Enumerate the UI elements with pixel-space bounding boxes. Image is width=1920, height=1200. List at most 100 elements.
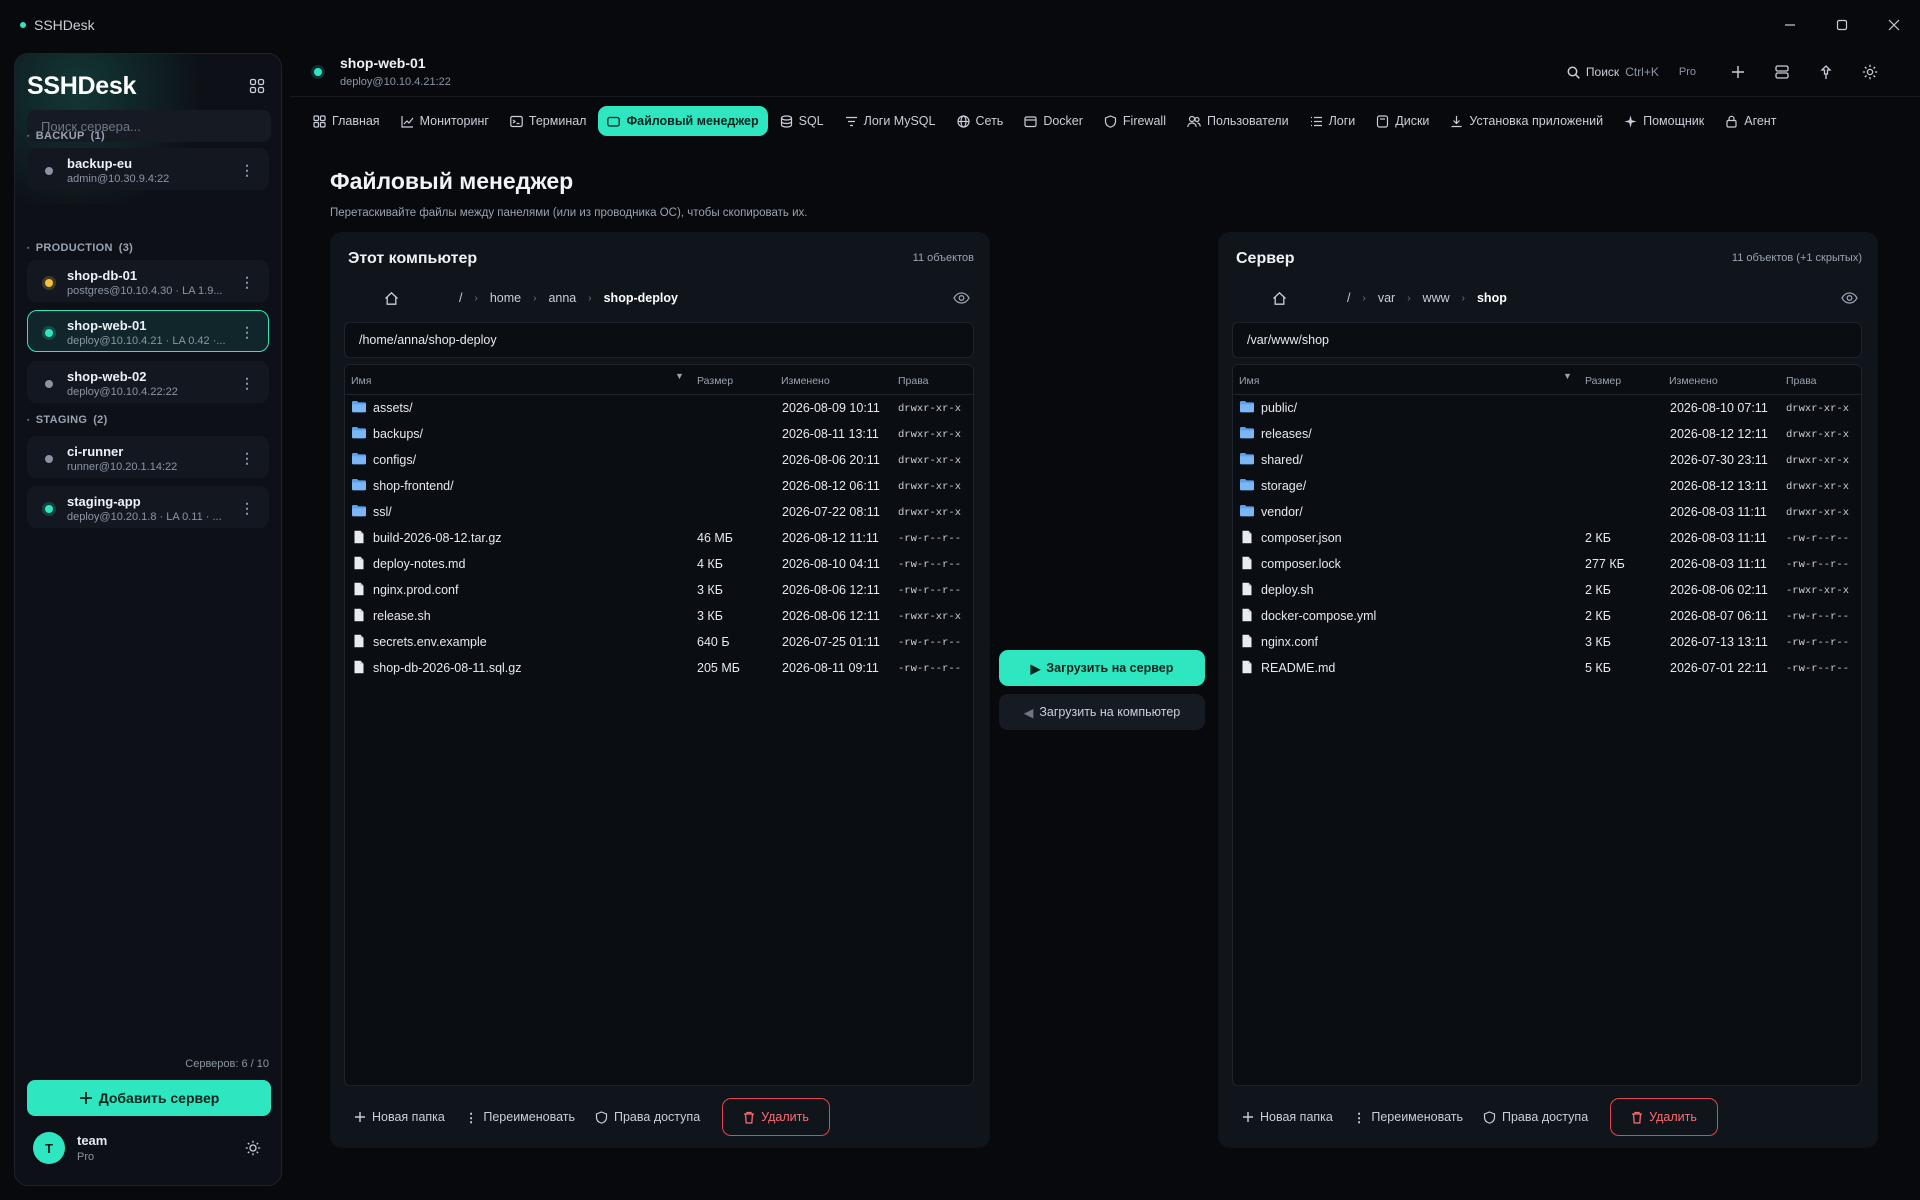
column-modified[interactable]: Изменено [781,375,830,387]
file-row[interactable]: shop-db-2026-08-11.sql.gz 205 МБ 2026-08-1… [345,655,973,681]
folder-row[interactable]: configs/2026-08-06 20:11 drwxr-xr-x [345,447,973,473]
rename-button[interactable]: ⋮ Переименовать [1347,1098,1477,1136]
column-modified[interactable]: Изменено [1669,375,1718,387]
new-folder-button[interactable]: Новая папка [1236,1098,1347,1136]
folder-row[interactable]: shop-frontend/2026-08-12 06:11 drwxr-xr-x [345,473,973,499]
tab-agent[interactable]: Агент [1716,106,1785,136]
breadcrumb-current[interactable]: shop-deploy [604,291,678,305]
group-header-staging[interactable]: ▪ STAGING (2) [27,414,108,426]
file-name: public/ [1261,401,1298,415]
tab-users[interactable]: Пользователи [1178,106,1298,136]
sort-desc-icon[interactable]: ▼ [1563,371,1572,381]
global-search-button[interactable]: Поиск Ctrl+K [1567,65,1659,79]
breadcrumb-root[interactable]: / [1347,291,1350,305]
rename-button[interactable]: ⋮ Переименовать [459,1098,589,1136]
sun-icon[interactable] [245,1140,261,1156]
kebab-menu-icon[interactable]: ⋮ [240,450,254,467]
folder-row[interactable]: assets/2026-08-09 10:11 drwxr-xr-x [345,395,973,421]
tab-network[interactable]: Сеть [948,106,1013,136]
column-size[interactable]: Размер [697,375,733,387]
tab-sql[interactable]: SQL [771,106,833,136]
server-item-ci-runner[interactable]: ci-runner runner@10.20.1.14:22 ⋮ [27,436,269,478]
file-name: deploy.sh [1261,583,1314,597]
user-profile[interactable]: T team Pro [27,1126,271,1172]
tab-docker[interactable]: Docker [1015,106,1092,136]
breadcrumb-root[interactable]: / [459,291,462,305]
home-icon[interactable] [1272,291,1287,306]
plus-icon[interactable] [1716,65,1760,79]
breadcrumb-current[interactable]: shop [1477,291,1507,305]
tab-terminal[interactable]: Терминал [501,106,596,136]
server-item-shop-db-01[interactable]: shop-db-01 postgres@10.10.4.30 · LA 1.9.… [27,260,269,302]
folder-row[interactable]: public/2026-08-10 07:11 drwxr-xr-x [1233,395,1861,421]
kebab-menu-icon[interactable]: ⋮ [240,500,254,517]
home-icon[interactable] [384,291,399,306]
file-row[interactable]: nginx.conf 3 КБ 2026-07-13 13:11 -rw-r--r-- [1233,629,1861,655]
file-row[interactable]: nginx.prod.conf 3 КБ 2026-08-06 12:11 -rw-r… [345,577,973,603]
file-row[interactable]: deploy.sh 2 КБ 2026-08-06 02:11 -rwxr-xr-x [1233,577,1861,603]
breadcrumb-item[interactable]: var [1378,291,1395,305]
breadcrumb-item[interactable]: anna [548,291,576,305]
column-perms[interactable]: Права [1786,375,1817,387]
file-row[interactable]: build-2026-08-12.tar.gz 46 МБ 2026-08-12 1… [345,525,973,551]
server-stack-icon[interactable] [1760,64,1804,80]
group-header-backup[interactable]: ▪ BACKUP (1) [27,130,105,142]
tab-firewall[interactable]: Firewall [1095,106,1175,136]
group-header-production[interactable]: ▪ PRODUCTION (3) [27,242,133,254]
tab-logs[interactable]: Логи [1301,106,1365,136]
file-row[interactable]: release.sh 3 КБ 2026-08-06 12:11 -rwxr-xr-x [345,603,973,629]
tab-mysql-logs[interactable]: Логи MySQL [836,106,945,136]
folder-row[interactable]: releases/2026-08-12 12:11 drwxr-xr-x [1233,421,1861,447]
tab-app-install[interactable]: Установка приложений [1441,106,1612,136]
server-item-shop-web-02[interactable]: shop-web-02 deploy@10.10.4.22:22 ⋮ [27,361,269,403]
settings-icon[interactable] [1848,64,1892,80]
file-row[interactable]: docker-compose.yml 2 КБ 2026-08-07 06:11 -r… [1233,603,1861,629]
delete-button[interactable]: Удалить [1610,1098,1718,1136]
file-row[interactable]: composer.lock 277 КБ 2026-08-03 11:11 -rw-r… [1233,551,1861,577]
column-name[interactable]: Имя [1239,375,1259,387]
kebab-menu-icon[interactable]: ⋮ [240,324,254,341]
breadcrumb-item[interactable]: www [1423,291,1450,305]
tab-assistant[interactable]: Помощник [1615,106,1713,136]
server-item-shop-web-01[interactable]: shop-web-01 deploy@10.10.4.21 · LA 0.42 … [27,310,269,352]
tab-file-manager[interactable]: Файловый менеджер [598,106,768,136]
pin-icon[interactable] [1804,64,1848,80]
folder-row[interactable]: ssl/2026-07-22 08:11 drwxr-xr-x [345,499,973,525]
grid-icon[interactable] [249,78,265,94]
file-row[interactable]: README.md 5 КБ 2026-07-01 22:11 -rw-r--r-- [1233,655,1861,681]
eye-icon[interactable] [1841,292,1858,304]
folder-row[interactable]: backups/2026-08-11 13:11 drwxr-xr-x [345,421,973,447]
file-row[interactable]: secrets.env.example 640 Б 2026-07-25 01:11… [345,629,973,655]
file-row[interactable]: deploy-notes.md 4 КБ 2026-08-10 04:11 -rw-r… [345,551,973,577]
tab-monitoring[interactable]: Мониторинг [392,106,498,136]
folder-row[interactable]: vendor/2026-08-03 11:11 drwxr-xr-x [1233,499,1861,525]
column-name[interactable]: Имя [351,375,371,387]
add-server-button[interactable]: Добавить сервер [27,1080,271,1116]
permissions-button[interactable]: Права доступа [589,1098,714,1136]
path-input[interactable]: /home/anna/shop-deploy [344,322,974,358]
server-item-backup-eu[interactable]: backup-eu admin@10.30.9.4:22 ⋮ [27,148,269,190]
delete-button[interactable]: Удалить [722,1098,830,1136]
tab-disks[interactable]: Диски [1367,106,1438,136]
column-size[interactable]: Размер [1585,375,1621,387]
close-icon[interactable] [1868,0,1920,50]
download-to-computer-button[interactable]: ◀ Загрузить на компьютер [999,694,1205,730]
breadcrumb-item[interactable]: home [490,291,521,305]
folder-row[interactable]: storage/2026-08-12 13:11 drwxr-xr-x [1233,473,1861,499]
server-item-staging-app[interactable]: staging-app deploy@10.20.1.8 · LA 0.11 ·… [27,486,269,528]
eye-icon[interactable] [953,292,970,304]
permissions-button[interactable]: Права доступа [1477,1098,1602,1136]
kebab-menu-icon[interactable]: ⋮ [240,375,254,392]
column-perms[interactable]: Права [898,375,929,387]
kebab-menu-icon[interactable]: ⋮ [240,162,254,179]
kebab-menu-icon[interactable]: ⋮ [240,274,254,291]
path-input[interactable]: /var/www/shop [1232,322,1862,358]
tab-home[interactable]: Главная [304,106,389,136]
minimize-icon[interactable] [1764,0,1816,50]
folder-row[interactable]: shared/2026-07-30 23:11 drwxr-xr-x [1233,447,1861,473]
sort-desc-icon[interactable]: ▼ [675,371,684,381]
file-row[interactable]: composer.json 2 КБ 2026-08-03 11:11 -rw-r--… [1233,525,1861,551]
new-folder-button[interactable]: Новая папка [348,1098,459,1136]
maximize-icon[interactable] [1816,0,1868,50]
upload-to-server-button[interactable]: ▶ Загрузить на сервер [999,650,1205,686]
